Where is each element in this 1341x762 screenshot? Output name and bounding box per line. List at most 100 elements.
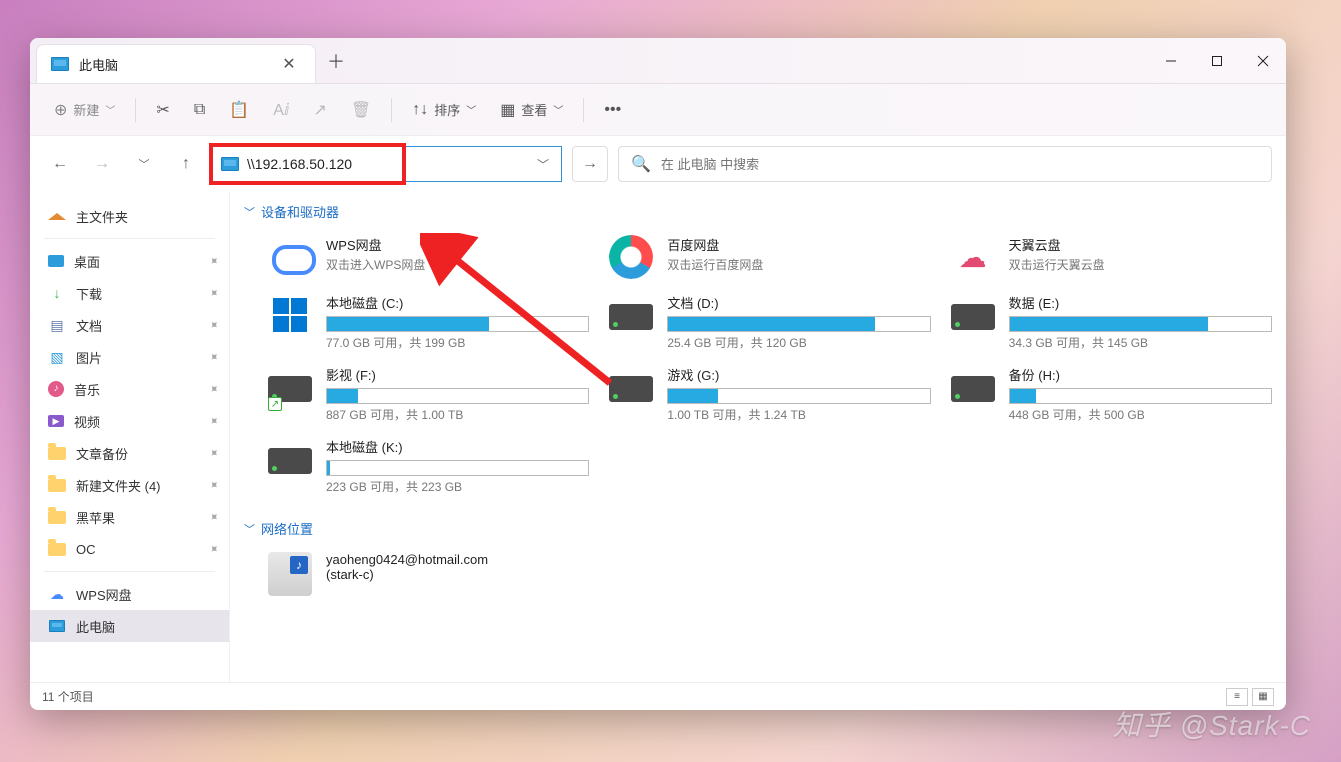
delete-button[interactable]: 🗑 <box>341 93 381 127</box>
drive-item[interactable]: 文档 (D:) 25.4 GB 可用，共 120 GB <box>609 289 930 355</box>
sidebar-pinned-item[interactable]: ▧图片✦ <box>30 341 229 373</box>
sidebar-pinned-item[interactable]: 黑苹果✦ <box>30 501 229 533</box>
drive-item[interactable]: 游戏 (G:) 1.00 TB 可用，共 1.24 TB <box>609 361 930 427</box>
drive-item[interactable]: 数据 (E:) 34.3 GB 可用，共 145 GB <box>951 289 1272 355</box>
sidebar-home[interactable]: 主文件夹 <box>30 200 229 232</box>
search-input[interactable] <box>661 157 1259 172</box>
drive-name: 本地磁盘 (K:) <box>326 437 589 456</box>
view-label: 查看 <box>521 100 547 119</box>
sidebar-pinned-item[interactable]: ♪音乐✦ <box>30 373 229 405</box>
nav-row: ← → ﹀ ↑ ﹀ → 🔍 <box>30 136 1286 192</box>
drive-item[interactable]: ↗ 影视 (F:) 887 GB 可用，共 1.00 TB <box>268 361 589 427</box>
sidebar-item-label: 文章备份 <box>76 444 128 463</box>
pin-icon: ✦ <box>205 476 222 493</box>
view-toggle: ≡ ▦ <box>1226 688 1274 706</box>
details-view-button[interactable]: ≡ <box>1226 688 1248 706</box>
drive-item[interactable]: 备份 (H:) 448 GB 可用，共 500 GB <box>951 361 1272 427</box>
drive-item[interactable]: 本地磁盘 (C:) 77.0 GB 可用，共 199 GB <box>268 289 589 355</box>
more-button[interactable]: ••• <box>594 93 631 127</box>
new-tab-button[interactable]: ＋ <box>316 38 356 83</box>
back-button[interactable]: ← <box>44 148 76 180</box>
pin-icon: ✦ <box>205 284 222 301</box>
tiles-view-button[interactable]: ▦ <box>1252 688 1274 706</box>
baidu-cloud-icon <box>609 235 653 279</box>
video-icon: ▶ <box>48 415 64 427</box>
capacity-bar <box>1009 388 1272 404</box>
copy-button[interactable]: ⧉ <box>184 93 215 127</box>
item-subtitle: 双击进入WPS网盘 <box>326 256 589 273</box>
group-devices-header[interactable]: ﹀ 设备和驱动器 <box>244 196 1272 227</box>
forward-button[interactable]: → <box>86 148 118 180</box>
hdd-icon <box>951 304 995 330</box>
chevron-down-icon: ﹀ <box>553 102 563 117</box>
folder-icon <box>48 444 66 462</box>
drive-name: 游戏 (G:) <box>667 365 930 384</box>
pin-icon: ✦ <box>205 444 222 461</box>
search-box[interactable]: 🔍 <box>618 146 1272 182</box>
picture-icon: ▧ <box>48 348 66 366</box>
item-title: WPS网盘 <box>326 235 589 254</box>
group-network-header[interactable]: ﹀ 网络位置 <box>244 513 1272 544</box>
document-icon: ▤ <box>48 316 66 334</box>
hdd-icon <box>609 376 653 402</box>
sidebar-wps[interactable]: ☁ WPS网盘 <box>30 578 229 610</box>
sidebar-pinned-item[interactable]: 桌面✦ <box>30 245 229 277</box>
sidebar-pinned-item[interactable]: 新建文件夹 (4)✦ <box>30 469 229 501</box>
command-bar: ⊕ 新建 ﹀ ✂ ⧉ 📋 Aⅈ ↗ 🗑 ↑↓ 排序 ﹀ ▦ 查看 ﹀ ••• <box>30 84 1286 136</box>
address-history-dropdown[interactable]: ﹀ <box>533 156 553 173</box>
wps-cloud-icon <box>268 235 312 279</box>
sidebar-pinned-item[interactable]: OC✦ <box>30 533 229 565</box>
capacity-bar <box>1009 316 1272 332</box>
sidebar-pinned-item[interactable]: ▤文档✦ <box>30 309 229 341</box>
view-icon: ▦ <box>500 100 515 120</box>
clipboard-icon: 📋 <box>229 100 249 120</box>
cut-button[interactable]: ✂ <box>146 93 179 127</box>
tianyi-cloud-icon <box>951 235 995 279</box>
tab-this-pc[interactable]: 此电脑 ✕ <box>36 44 316 83</box>
rename-button[interactable]: Aⅈ <box>263 93 299 127</box>
sidebar-pinned-item[interactable]: ▶视频✦ <box>30 405 229 437</box>
cloud-drive-item[interactable]: 百度网盘 双击运行百度网盘 <box>609 231 930 283</box>
drive-item[interactable]: 本地磁盘 (K:) 223 GB 可用，共 223 GB <box>268 433 589 499</box>
up-button[interactable]: ↑ <box>170 148 202 180</box>
recent-button[interactable]: ﹀ <box>128 148 160 180</box>
network-location-item[interactable]: yaoheng0424@hotmail.com (stark-c) <box>268 548 589 600</box>
group-devices-label: 设备和驱动器 <box>261 202 339 221</box>
sort-button[interactable]: ↑↓ 排序 ﹀ <box>402 93 486 127</box>
cloud-drive-item[interactable]: 天翼云盘 双击运行天翼云盘 <box>951 231 1272 283</box>
body: 主文件夹 桌面✦↓下载✦▤文档✦▧图片✦♪音乐✦▶视频✦文章备份✦新建文件夹 (… <box>30 192 1286 682</box>
go-button[interactable]: → <box>572 146 608 182</box>
sidebar-item-label: 桌面 <box>74 252 100 271</box>
item-subtitle: 双击运行百度网盘 <box>667 256 930 273</box>
scissors-icon: ✂ <box>156 100 169 120</box>
view-button[interactable]: ▦ 查看 ﹀ <box>490 93 573 127</box>
new-button[interactable]: ⊕ 新建 ﹀ <box>44 93 125 127</box>
drive-name: 数据 (E:) <box>1009 293 1272 312</box>
trash-icon: 🗑 <box>351 100 371 120</box>
share-button[interactable]: ↗ <box>303 93 336 127</box>
sidebar-item-label: 此电脑 <box>76 617 115 636</box>
sidebar-pinned-item[interactable]: 文章备份 ✦ <box>30 437 229 469</box>
capacity-bar <box>326 460 589 476</box>
hdd-icon <box>609 304 653 330</box>
paste-button[interactable]: 📋 <box>219 93 259 127</box>
folder-icon <box>48 476 66 494</box>
drive-capacity-text: 34.3 GB 可用，共 145 GB <box>1009 334 1272 351</box>
address-bar[interactable]: ﹀ <box>212 146 562 182</box>
sidebar: 主文件夹 桌面✦↓下载✦▤文档✦▧图片✦♪音乐✦▶视频✦文章备份✦新建文件夹 (… <box>30 192 230 682</box>
separator <box>44 238 215 239</box>
minimize-button[interactable] <box>1148 38 1194 83</box>
sidebar-pinned-item[interactable]: ↓下载✦ <box>30 277 229 309</box>
cloud-drive-item[interactable]: WPS网盘 双击进入WPS网盘 <box>268 231 589 283</box>
pin-icon: ✦ <box>205 412 222 429</box>
close-button[interactable] <box>1240 38 1286 83</box>
pin-icon: ✦ <box>205 348 222 365</box>
address-input[interactable] <box>247 156 525 172</box>
maximize-button[interactable] <box>1194 38 1240 83</box>
sort-icon: ↑↓ <box>412 101 428 119</box>
tab-close-button[interactable]: ✕ <box>277 52 301 76</box>
explorer-window: 此电脑 ✕ ＋ ⊕ 新建 ﹀ ✂ ⧉ 📋 Aⅈ ↗ 🗑 ↑↓ 排序 ﹀ ▦ <box>30 38 1286 710</box>
monitor-icon <box>51 57 69 71</box>
network-sub: (stark-c) <box>326 567 589 582</box>
sidebar-this-pc[interactable]: 此电脑 <box>30 610 229 642</box>
